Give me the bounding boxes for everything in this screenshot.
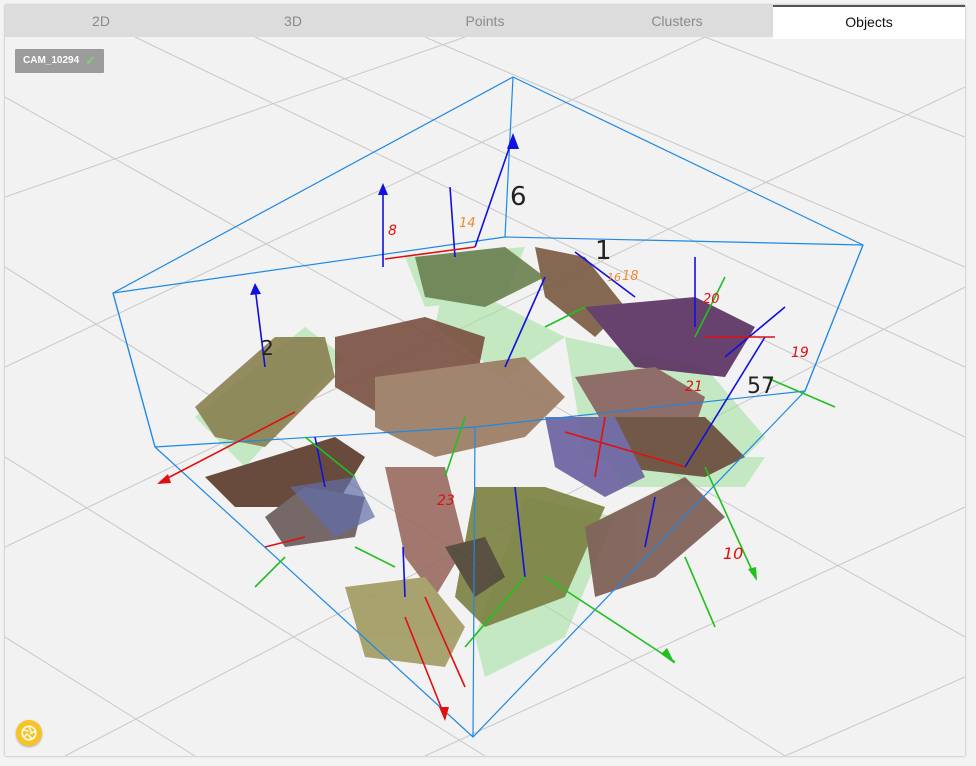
object-label: 20 — [703, 292, 720, 307]
tab-3d[interactable]: 3D — [197, 5, 389, 37]
object-label: 18 — [622, 269, 639, 284]
object-label: 1 — [595, 236, 612, 266]
camera-aperture-icon — [21, 725, 37, 741]
object-label: 14 — [459, 216, 476, 231]
view-tabs: 2D 3D Points Clusters Objects — [5, 5, 965, 39]
camera-badge[interactable]: CAM_10294 ✓ — [15, 49, 105, 73]
capture-button[interactable] — [16, 720, 42, 746]
object-label: 16 — [607, 271, 621, 284]
object-label: 6 — [510, 182, 527, 212]
camera-name: CAM_10294 — [23, 55, 80, 66]
object-label: 2 — [261, 336, 274, 360]
object-label: 21 — [685, 379, 703, 395]
point-cloud-scene[interactable]: 6 1 8 14 18 16 20 19 21 2 23 10 57 — [5, 37, 965, 756]
3d-viewport[interactable]: 6 1 8 14 18 16 20 19 21 2 23 10 57 — [5, 37, 965, 756]
object-label: 8 — [388, 223, 397, 239]
tab-objects[interactable]: Objects — [773, 5, 965, 39]
tab-2d[interactable]: 2D — [5, 5, 197, 37]
object-label: 57 — [747, 374, 775, 399]
object-label: 10 — [723, 544, 743, 563]
object-label: 23 — [437, 493, 455, 509]
check-icon: ✓ — [85, 53, 97, 68]
object-label: 19 — [791, 345, 809, 361]
tab-points[interactable]: Points — [389, 5, 581, 37]
app-frame: 2D 3D Points Clusters Objects 6 1 8 14 1… — [5, 5, 965, 756]
tab-clusters[interactable]: Clusters — [581, 5, 773, 37]
